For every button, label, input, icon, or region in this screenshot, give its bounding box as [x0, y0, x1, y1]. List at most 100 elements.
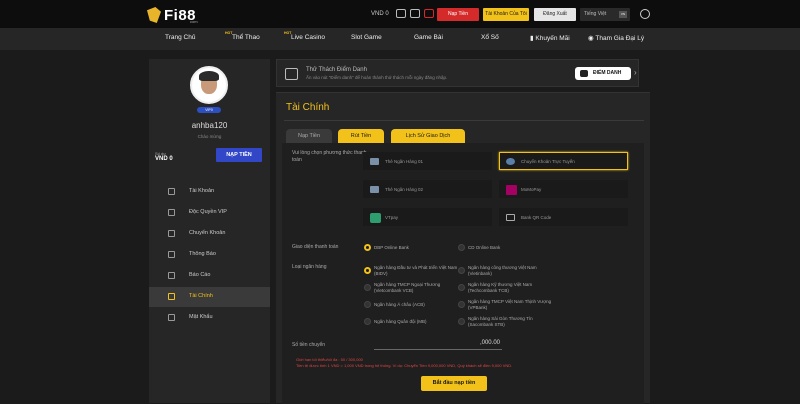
bell-icon	[168, 251, 175, 258]
refresh-icon[interactable]	[396, 9, 406, 18]
bank-type-label: Loại ngân hàng	[292, 264, 327, 270]
radio-bank-mb[interactable]	[364, 318, 371, 325]
method-label: Vui lòng chọn phương thức thanh toán	[292, 150, 367, 163]
challenge-title: Thử Thách Điểm Danh	[306, 67, 367, 73]
bank-option-label: Ngân hàng Kỹ thương Việt Nam (Techcomban…	[468, 282, 533, 293]
theme-toggle-icon[interactable]	[640, 9, 650, 19]
brand-sub: com	[190, 19, 198, 24]
page-title: Tài Chính	[286, 102, 330, 113]
nav-item-lottery[interactable]: Xổ Số	[481, 34, 499, 41]
momo-icon	[506, 185, 517, 195]
sidebar-item-vip[interactable]: Độc Quyền VIP	[149, 203, 270, 223]
radio-bank-techcombank[interactable]	[458, 284, 465, 291]
language-selector[interactable]: Tiếng Việt VN	[580, 8, 630, 21]
radio-cd-online-bank[interactable]	[458, 244, 465, 251]
radio-bank-vcb[interactable]	[364, 284, 371, 291]
bank-option-label: Ngân hàng TMCP Việt Nam Thịnh Vượng (VPB…	[468, 299, 552, 310]
lock-icon	[168, 314, 175, 321]
nav-item-home[interactable]: Trang Chủ	[165, 34, 195, 41]
bank-option-label: Ngân hàng Quân đội (MB)	[374, 319, 427, 324]
radio-bank-vpbank[interactable]	[458, 301, 465, 308]
main-nav: Trang Chủ HOT Thể Thao HOT Live Casino Slo…	[0, 28, 800, 50]
vip-badge: VIP0	[197, 107, 221, 113]
sidebar-item-transfer[interactable]: Chuyển Khoản	[149, 224, 270, 244]
bank-option-label: Ngân hàng Đầu tư và Phát triển Việt Nam …	[374, 265, 458, 276]
radio-bank-sacombank[interactable]	[458, 318, 465, 325]
bank-card-icon	[370, 186, 379, 193]
method-bank-card-01[interactable]: Thẻ Ngân Hàng 01	[363, 152, 492, 170]
sidebar-item-reports[interactable]: Báo Cáo	[149, 266, 270, 286]
header-deposit-button[interactable]: Nạp Tiền	[437, 8, 479, 21]
checkin-icon	[580, 70, 588, 77]
method-vtpay[interactable]: VTpay	[363, 208, 492, 226]
start-deposit-button[interactable]: Bắt đầu nạp tiền	[421, 376, 487, 391]
interface-label: Giao diện thanh toán	[292, 244, 339, 250]
radio-bank-vietinbank[interactable]	[458, 267, 465, 274]
greeting: Chào mừng	[197, 134, 222, 139]
nav-item-promotions[interactable]: ▮ Khuyến Mãi	[530, 34, 570, 42]
radio-bank-bidv[interactable]	[364, 267, 371, 274]
bank-option-label: Ngân hàng Sài Gòn Thương Tín (Sacombank …	[468, 316, 533, 327]
amount-input[interactable]: ,000.00	[374, 340, 500, 346]
user-icon	[168, 188, 175, 195]
bank-option-label: Ngân hàng Á châu (ACB)	[374, 302, 425, 307]
logo-icon	[147, 7, 161, 23]
radio-label: CD Online Bank	[468, 245, 501, 250]
challenge-description: Ấn vào nút "Điểm danh" để hoàn thành thử…	[306, 75, 448, 80]
tab-withdraw[interactable]: Rút Tiền	[338, 129, 384, 143]
nav-item-slot-game[interactable]: Slot Game	[351, 34, 382, 41]
method-bank-qr[interactable]: Bank QR Code	[499, 208, 628, 226]
globe-icon	[506, 158, 515, 165]
bank-option-label: Ngân hàng TMCP Ngoại Thương (Vietcombank…	[374, 282, 441, 293]
nav-item-agency[interactable]: ◉ Tham Gia Đại Lý	[588, 34, 644, 42]
mail-icon[interactable]	[410, 9, 420, 18]
transfer-icon	[168, 230, 175, 237]
nav-item-sports[interactable]: HOT Thể Thao	[225, 31, 260, 41]
nav-item-live-casino[interactable]: HOT Live Casino	[284, 31, 325, 41]
report-icon	[168, 272, 175, 279]
amount-label: Số tiền chuyển	[292, 342, 326, 348]
sidebar-deposit-button[interactable]: NẠP TIỀN	[216, 148, 262, 162]
bank-card-icon	[370, 158, 379, 165]
tab-deposit[interactable]: Nạp Tiền	[286, 129, 332, 143]
top-bar: Fi88 com VND 0 Nạp Tiền Tài Khoản Của Tô…	[0, 0, 800, 28]
brand-logo[interactable]: Fi88	[147, 5, 196, 25]
avatar	[190, 66, 228, 104]
vtpay-icon	[370, 213, 381, 223]
finance-panel: Tài Chính Nạp Tiền Rút Tiền Lịch Sử Giao…	[276, 92, 650, 404]
sidebar-item-notifications[interactable]: Thông Báo	[149, 245, 270, 265]
checkin-challenge-banner: Thử Thách Điểm Danh Ấn vào nút "Điểm dan…	[276, 59, 639, 87]
limit-note: Giới hạn tối thiểu/tối đa : 50 / 300,000	[296, 357, 363, 362]
checkin-button[interactable]: ĐIỂM DANH	[575, 67, 631, 80]
title-divider	[284, 120, 644, 121]
username: anhba120	[191, 121, 228, 130]
account-sidebar: VIP0 anhba120 Chào mừng Số dư VND 0 NẠP …	[149, 59, 270, 403]
currency-note: Tiền tệ được tính 1 VND = 1,000 VND tron…	[296, 363, 513, 368]
nav-item-card-game[interactable]: Game Bài	[414, 34, 443, 41]
balance-value: VND 0	[155, 156, 173, 162]
bank-option-label: Ngân hàng công thương Việt Nam (Vietinba…	[468, 265, 537, 276]
crown-icon	[168, 209, 175, 216]
logout-button[interactable]: Đăng Xuất	[534, 8, 576, 21]
sidebar-item-finance[interactable]: Tài Chính	[149, 287, 270, 307]
method-bank-card-02[interactable]: Thẻ Ngân Hàng 02	[363, 180, 492, 198]
tab-history[interactable]: Lịch Sử Giao Dịch	[391, 129, 465, 143]
method-online-transfer[interactable]: Chuyển Khoản Trực Tuyến	[499, 152, 628, 170]
hot-badge: HOT	[284, 31, 292, 35]
sidebar-item-password[interactable]: Mật Khẩu	[149, 308, 270, 328]
wallet-icon	[168, 293, 175, 300]
my-account-button[interactable]: Tài Khoản Của Tôi	[483, 8, 529, 21]
calendar-icon	[285, 68, 298, 80]
hot-badge: HOT	[225, 31, 233, 35]
sidebar-item-account[interactable]: Tài Khoản	[149, 182, 270, 202]
radio-bank-acb[interactable]	[364, 301, 371, 308]
qr-code-icon	[506, 214, 515, 221]
avatar-hair	[199, 71, 219, 81]
amount-underline	[374, 349, 502, 350]
header-balance: VND 0	[371, 11, 389, 17]
chevron-right-icon[interactable]: ›	[634, 68, 637, 77]
radio-dbp-online-bank[interactable]	[364, 244, 371, 251]
flag-icon: VN	[619, 11, 627, 18]
message-icon[interactable]	[424, 9, 434, 18]
method-momopay[interactable]: MoMoPay	[499, 180, 628, 198]
